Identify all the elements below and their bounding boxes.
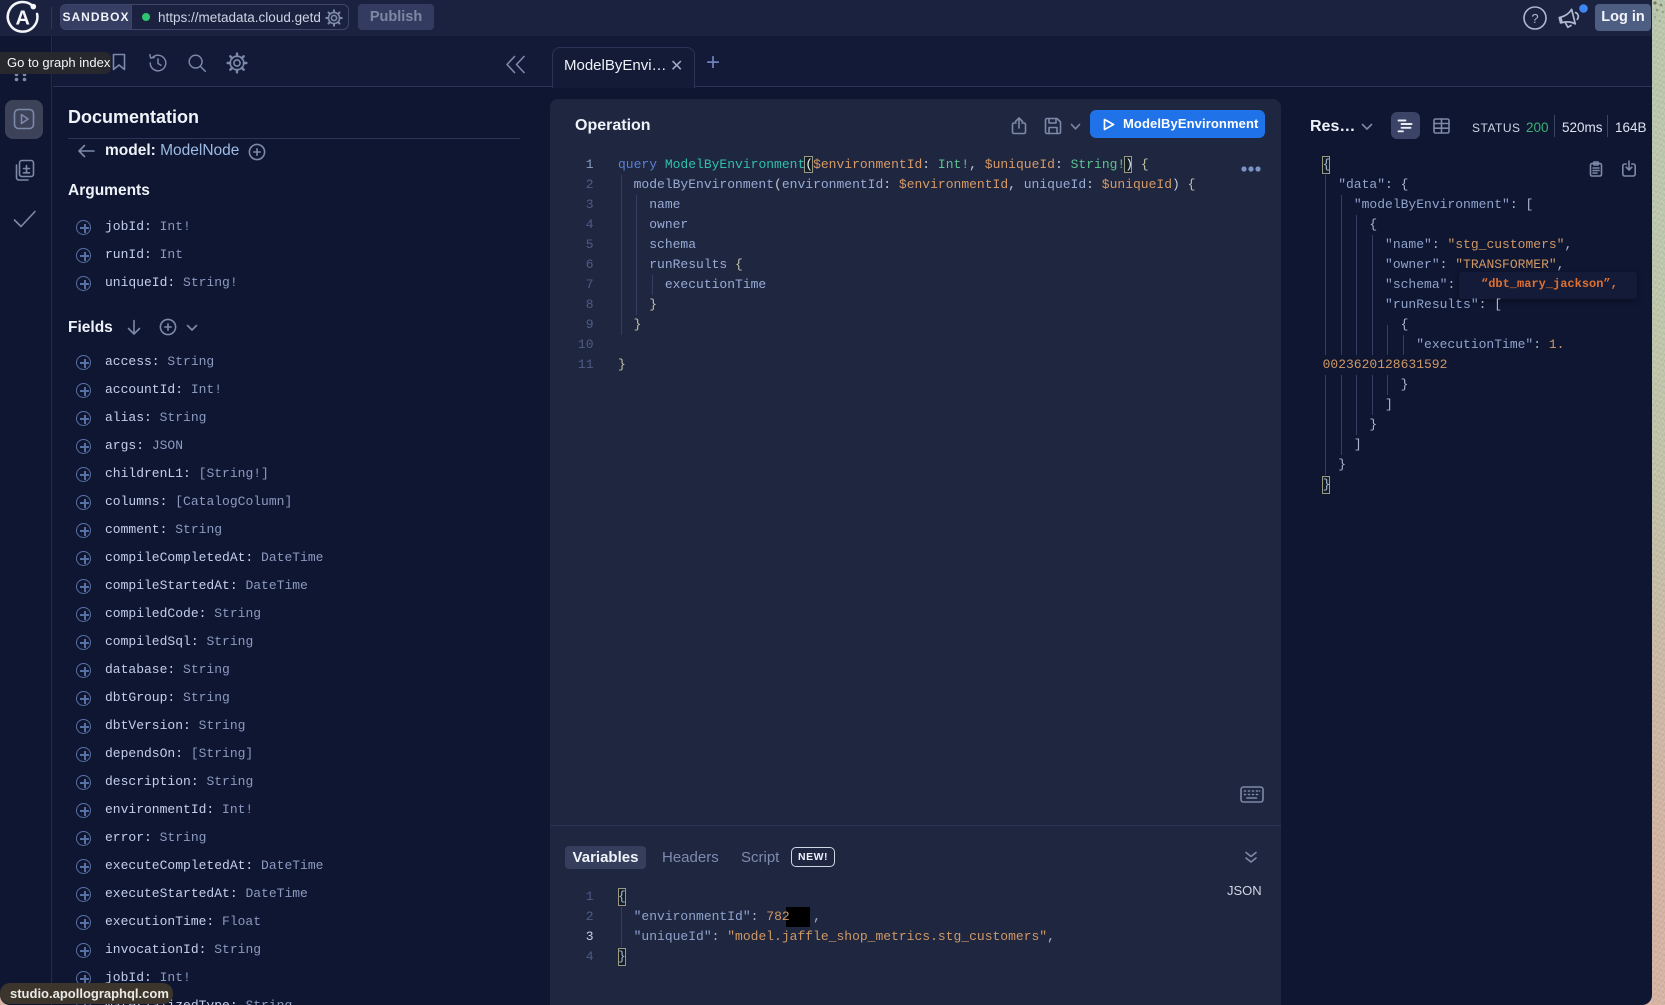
svg-text:?: ? bbox=[1531, 11, 1538, 26]
svg-text:A: A bbox=[15, 8, 29, 30]
